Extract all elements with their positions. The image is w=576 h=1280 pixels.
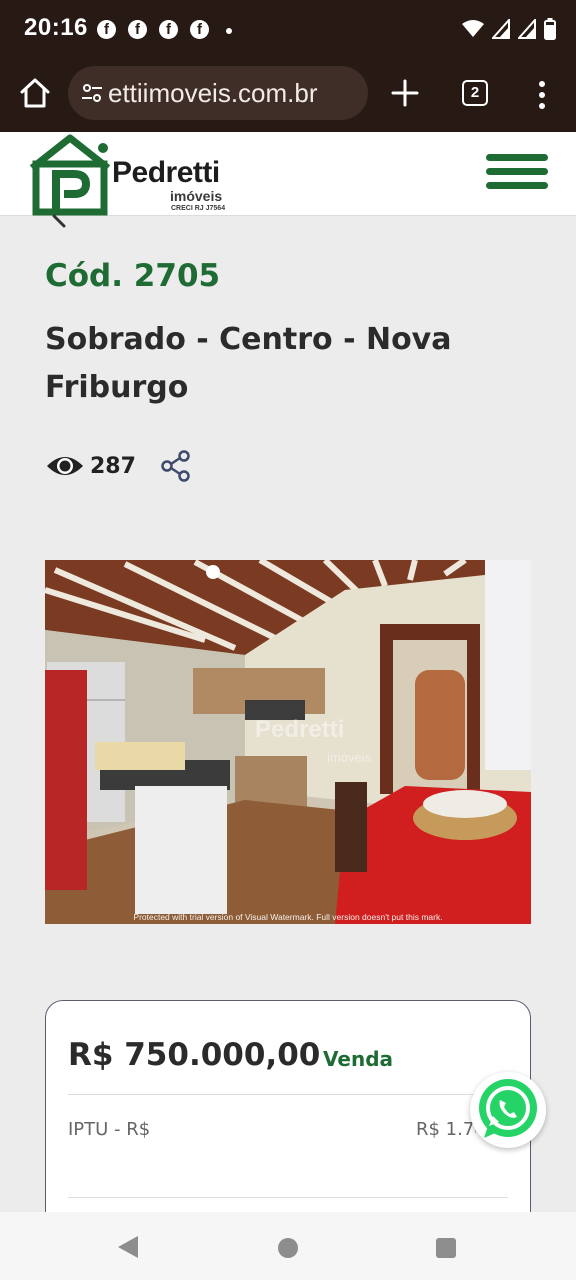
creci-number: CRECI RJ J7564: [171, 205, 226, 212]
site-header: Pedretti imóveis CRECI RJ J7564: [0, 132, 576, 216]
views-and-share: 287: [45, 448, 192, 484]
iptu-label: IPTU - R$: [68, 1119, 151, 1140]
system-navigation-bar: [0, 1212, 576, 1280]
property-title: Sobrado - Centro - Nova Friburgo: [45, 322, 452, 405]
property-code: Cód. 2705: [45, 258, 221, 294]
house-logo-icon: [29, 134, 111, 216]
nav-back-icon[interactable]: [118, 1236, 138, 1258]
browser-toolbar: ettiimoveis.com.br 2: [0, 60, 576, 132]
watermark-subtitle: imóveis: [327, 750, 372, 765]
transaction-type: Venda: [323, 1047, 393, 1071]
signal-icon: [518, 19, 536, 39]
battery-icon: [544, 18, 556, 40]
divider: [68, 1197, 508, 1198]
facebook-icon: f: [97, 20, 116, 39]
eye-icon: [47, 457, 83, 475]
pedretti-logo[interactable]: Pedretti imóveis CRECI RJ J7564: [28, 134, 238, 216]
property-photo[interactable]: Pedretti imóveis Protected with trial ve…: [45, 560, 531, 924]
view-count: 287: [90, 453, 136, 479]
brand-subtitle: imóveis: [170, 188, 223, 204]
signal-icon: [492, 19, 510, 39]
system-icons: [462, 18, 556, 40]
home-icon[interactable]: [18, 76, 52, 110]
address-bar[interactable]: ettiimoveis.com.br: [68, 66, 368, 120]
more-options-icon[interactable]: [536, 80, 548, 110]
back-chevron-icon[interactable]: [52, 214, 68, 228]
brand-name: Pedretti: [112, 156, 220, 189]
watermark-notice: Protected with trial version of Visual W…: [133, 912, 443, 922]
status-time: 20:16: [24, 14, 88, 41]
whatsapp-button[interactable]: [470, 1072, 546, 1148]
facebook-icon: f: [190, 20, 209, 39]
price-value: R$ 750.000,00: [68, 1037, 321, 1073]
url-text[interactable]: ettiimoveis.com.br: [108, 78, 363, 109]
nav-home-icon[interactable]: [278, 1238, 298, 1258]
wifi-icon: [462, 20, 484, 37]
nav-recents-icon[interactable]: [436, 1238, 456, 1258]
site-settings-icon[interactable]: [80, 81, 104, 105]
share-icon[interactable]: [160, 449, 192, 483]
facebook-icon: f: [128, 20, 147, 39]
new-tab-icon[interactable]: [390, 78, 420, 108]
divider: [68, 1094, 508, 1095]
status-bar: 20:16 f f f f: [0, 0, 576, 60]
tab-switcher-button[interactable]: 2: [462, 80, 488, 106]
iptu-value: R$ 1.78: [416, 1119, 476, 1140]
watermark-logo: Pedretti: [255, 716, 345, 743]
whatsapp-icon: [479, 1079, 537, 1138]
hamburger-menu-button[interactable]: [486, 154, 548, 192]
more-notifications-dot: [226, 28, 232, 34]
facebook-icon: f: [159, 20, 178, 39]
